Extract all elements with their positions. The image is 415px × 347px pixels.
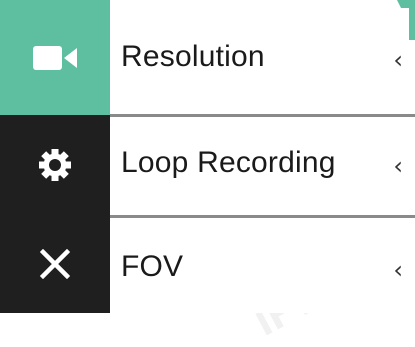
- chevron-left-icon: ‹: [393, 46, 403, 74]
- chevron-left-icon: ‹: [393, 256, 403, 284]
- settings-menu: Resolution ‹ Loop Recording ‹ FOV ‹: [110, 0, 415, 313]
- menu-item-loop-recording[interactable]: Loop Recording ‹: [110, 118, 415, 216]
- close-icon: [40, 249, 70, 279]
- gear-icon: [39, 149, 71, 181]
- menu-divider: [110, 114, 415, 117]
- close-button[interactable]: [0, 215, 110, 313]
- scroll-indicator[interactable]: [397, 0, 415, 40]
- menu-item-resolution[interactable]: Resolution ‹: [110, 0, 415, 115]
- video-button[interactable]: [0, 0, 110, 115]
- menu-divider: [110, 215, 415, 218]
- menu-item-fov[interactable]: FOV ‹: [110, 219, 415, 313]
- settings-button[interactable]: [0, 115, 110, 215]
- menu-item-label: Resolution: [121, 40, 265, 73]
- menu-item-label: FOV: [121, 250, 184, 283]
- menu-item-label: Loop Recording: [121, 146, 336, 179]
- sidebar: [0, 0, 110, 313]
- chevron-left-icon: ‹: [393, 152, 403, 180]
- menu-screen: iPDK iPDK: [0, 0, 415, 346]
- video-camera-icon: [33, 45, 77, 70]
